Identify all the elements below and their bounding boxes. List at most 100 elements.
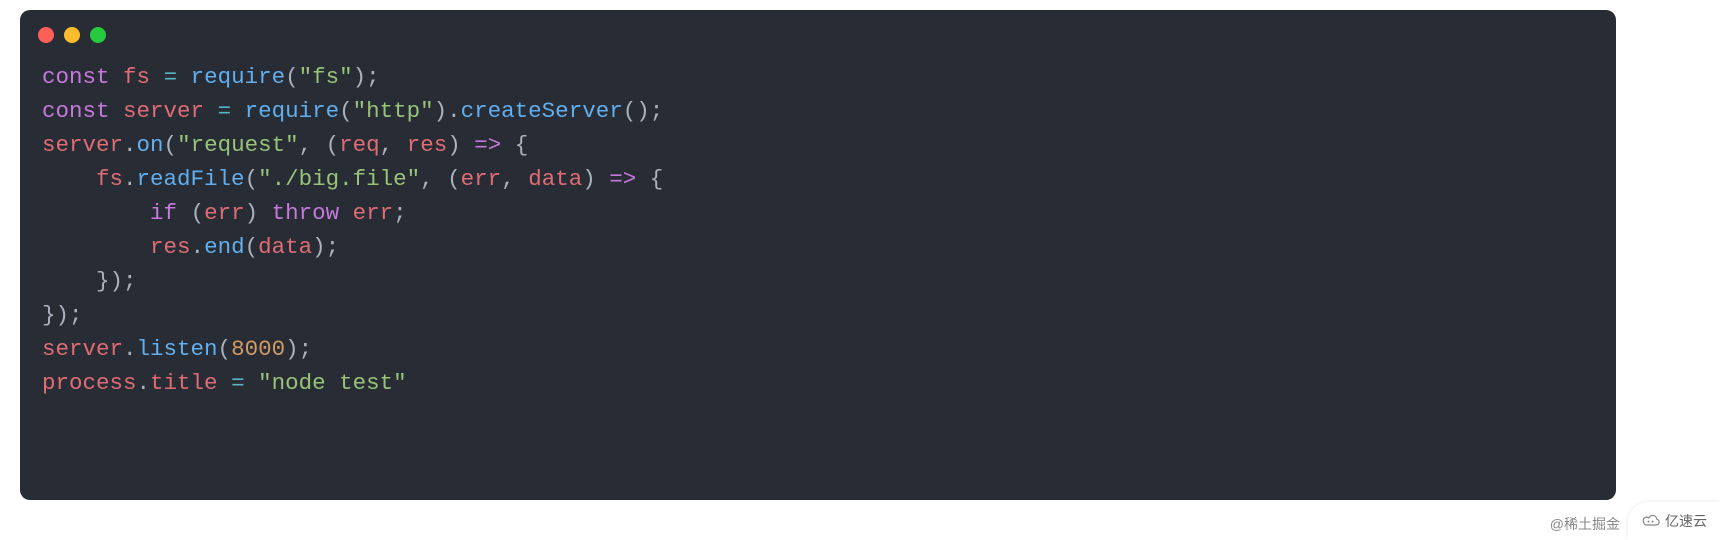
code-token: { [650, 166, 664, 192]
code-token: server [42, 336, 123, 362]
code-token: ; [366, 64, 380, 90]
code-token: => [474, 132, 501, 158]
code-token: ( [245, 234, 259, 260]
code-token: ( [326, 132, 340, 158]
code-token [218, 370, 232, 396]
code-token [434, 166, 448, 192]
code-token: server [42, 132, 123, 158]
code-token: const [42, 98, 110, 124]
code-token: , [380, 132, 394, 158]
code-token: res [150, 234, 191, 260]
close-icon[interactable] [38, 27, 54, 43]
code-window: const fs = require("fs"); const server =… [20, 10, 1616, 500]
code-token: ( [285, 64, 299, 90]
code-token: createServer [461, 98, 623, 124]
code-token: , [420, 166, 434, 192]
code-token [312, 132, 326, 158]
code-token: ( [245, 166, 259, 192]
maximize-icon[interactable] [90, 27, 106, 43]
code-token: fs [96, 166, 123, 192]
code-token: "node test" [258, 370, 407, 396]
code-token [339, 200, 353, 226]
code-token: ) [353, 64, 367, 90]
code-token: . [191, 234, 205, 260]
code-token [245, 370, 259, 396]
code-token [110, 98, 124, 124]
code-token: . [123, 336, 137, 362]
code-token: process [42, 370, 137, 396]
code-token [596, 166, 610, 192]
code-token: => [609, 166, 636, 192]
code-token [177, 64, 191, 90]
code-block: const fs = require("fs"); const server =… [20, 60, 1616, 400]
code-token: fs [123, 64, 150, 90]
code-token: ) [312, 234, 326, 260]
code-token [393, 132, 407, 158]
code-token: const [42, 64, 110, 90]
code-token: "request" [177, 132, 299, 158]
provider-badge: 亿速云 [1628, 502, 1720, 540]
code-token: ; [393, 200, 407, 226]
code-token: "http" [353, 98, 434, 124]
code-token: if [150, 200, 177, 226]
code-token [42, 166, 96, 192]
code-token: ; [650, 98, 664, 124]
code-token: { [515, 132, 529, 158]
code-token: server [123, 98, 204, 124]
code-token: ; [326, 234, 340, 260]
code-token: ( [339, 98, 353, 124]
code-token: ) [245, 200, 259, 226]
code-token: title [150, 370, 218, 396]
code-token: res [407, 132, 448, 158]
code-token [177, 200, 191, 226]
code-token: ( [218, 336, 232, 362]
code-token [501, 132, 515, 158]
code-token: ( [447, 166, 461, 192]
code-token: . [447, 98, 461, 124]
code-token: err [353, 200, 394, 226]
code-token: } [96, 268, 110, 294]
code-token: data [528, 166, 582, 192]
code-token: ) [582, 166, 596, 192]
code-token [515, 166, 529, 192]
code-token: . [123, 166, 137, 192]
code-token: require [191, 64, 286, 90]
code-token: ( [164, 132, 178, 158]
code-token [461, 132, 475, 158]
code-token: } [42, 302, 56, 328]
code-token: ) [110, 268, 124, 294]
code-token [204, 98, 218, 124]
code-token: require [245, 98, 340, 124]
code-token: ) [636, 98, 650, 124]
code-token: , [501, 166, 515, 192]
code-token: ( [623, 98, 637, 124]
code-token: , [299, 132, 313, 158]
code-token: data [258, 234, 312, 260]
code-token [42, 268, 96, 294]
code-token: = [218, 98, 232, 124]
code-token: listen [137, 336, 218, 362]
code-token: 8000 [231, 336, 285, 362]
code-token: "fs" [299, 64, 353, 90]
code-token [110, 64, 124, 90]
code-token: = [164, 64, 178, 90]
code-token: ; [299, 336, 313, 362]
code-token: ) [434, 98, 448, 124]
minimize-icon[interactable] [64, 27, 80, 43]
code-token: ( [191, 200, 205, 226]
code-token: on [137, 132, 164, 158]
code-token: readFile [137, 166, 245, 192]
window-titlebar [20, 10, 1616, 60]
code-token [258, 200, 272, 226]
code-token [231, 98, 245, 124]
code-token: ; [123, 268, 137, 294]
credit-watermark: @稀土掘金 [1550, 514, 1620, 534]
code-token: "./big.file" [258, 166, 420, 192]
code-token: req [339, 132, 380, 158]
code-token [42, 234, 150, 260]
code-token: err [461, 166, 502, 192]
code-token: = [231, 370, 245, 396]
code-token [150, 64, 164, 90]
code-token [636, 166, 650, 192]
code-token: ) [447, 132, 461, 158]
